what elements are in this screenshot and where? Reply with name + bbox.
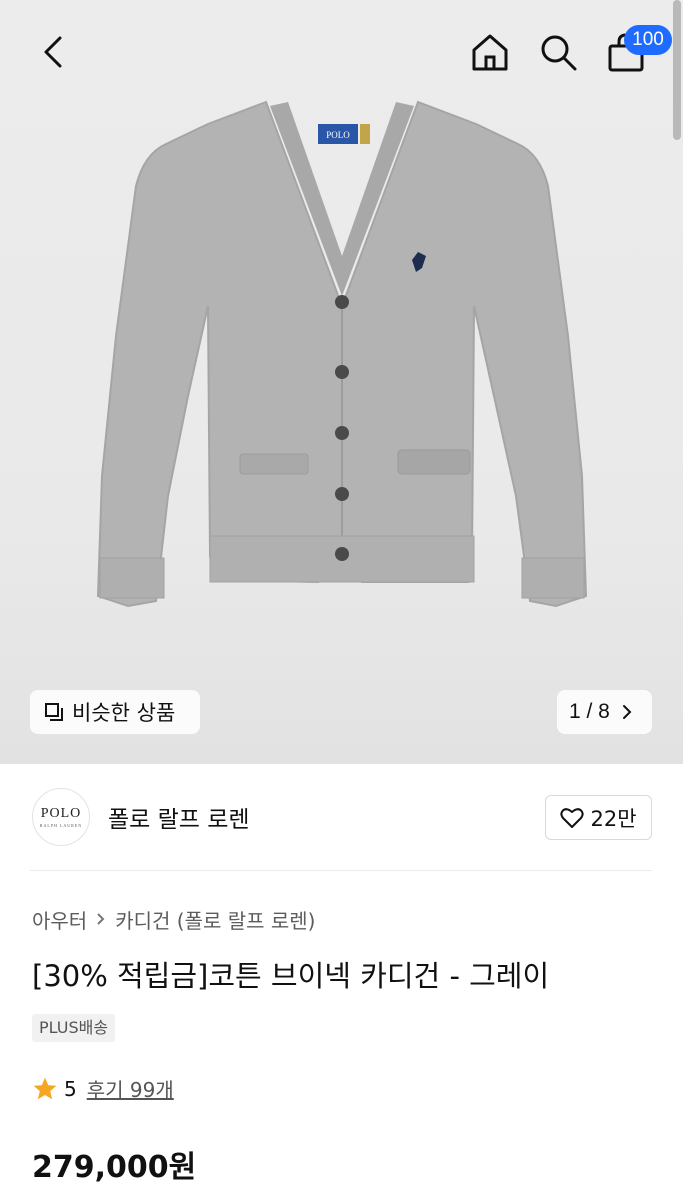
label-tag-text: POLO (326, 130, 350, 140)
cart-count-badge: 100 (624, 25, 672, 55)
heart-icon (560, 807, 585, 828)
breadcrumb-item-outer[interactable]: 아우터 (32, 905, 87, 934)
product-image[interactable]: POLO (96, 96, 590, 616)
similar-products-button[interactable]: 비슷한 상품 (30, 690, 200, 734)
divider (30, 870, 652, 871)
similar-products-label: 비슷한 상품 (72, 701, 176, 725)
top-navigation-bar: 100 (0, 0, 683, 100)
breadcrumb-separator-icon (95, 908, 107, 932)
product-title: [30% 적립금]코튼 브이넥 카디건 - 그레이 (32, 959, 550, 993)
brand-row: POLO RALPH LAUREN 폴로 랄프 로렌 22만 (0, 764, 683, 870)
reviews-link[interactable]: 후기 99개 (87, 1074, 174, 1103)
shipping-badge: PLUS배송 (32, 1014, 116, 1042)
page-indicator-text: 1 / 8 (569, 700, 610, 723)
like-count: 22만 (590, 806, 637, 831)
rating-row: 5 후기 99개 (32, 1074, 174, 1103)
brand-name[interactable]: 폴로 랄프 로렌 (108, 800, 250, 834)
brand-logo-subtext: RALPH LAUREN (39, 823, 83, 828)
search-icon (541, 35, 577, 71)
back-button[interactable] (28, 28, 78, 76)
brand-logo-text: POLO (40, 806, 82, 821)
breadcrumb: 아우터 카디건 (폴로 랄프 로렌) (32, 905, 315, 934)
rating-score: 5 (64, 1076, 77, 1101)
home-button[interactable] (464, 26, 516, 78)
like-button[interactable]: 22만 (545, 795, 652, 840)
overlapping-squares-icon (45, 703, 63, 721)
brand-logo[interactable]: POLO RALPH LAUREN (32, 788, 90, 846)
product-price: 279,000원 (32, 1150, 197, 1185)
home-icon (472, 34, 508, 71)
chevron-right-icon (622, 705, 632, 719)
product-image-gallery[interactable]: POLO 100 비슷한 상품 1 / 8 (0, 0, 683, 764)
chevron-left-icon (44, 36, 62, 68)
star-icon (33, 1077, 57, 1099)
image-page-indicator[interactable]: 1 / 8 (557, 690, 652, 734)
search-button[interactable] (532, 26, 584, 78)
breadcrumb-item-cardigan[interactable]: 카디건 (폴로 랄프 로렌) (115, 905, 315, 934)
